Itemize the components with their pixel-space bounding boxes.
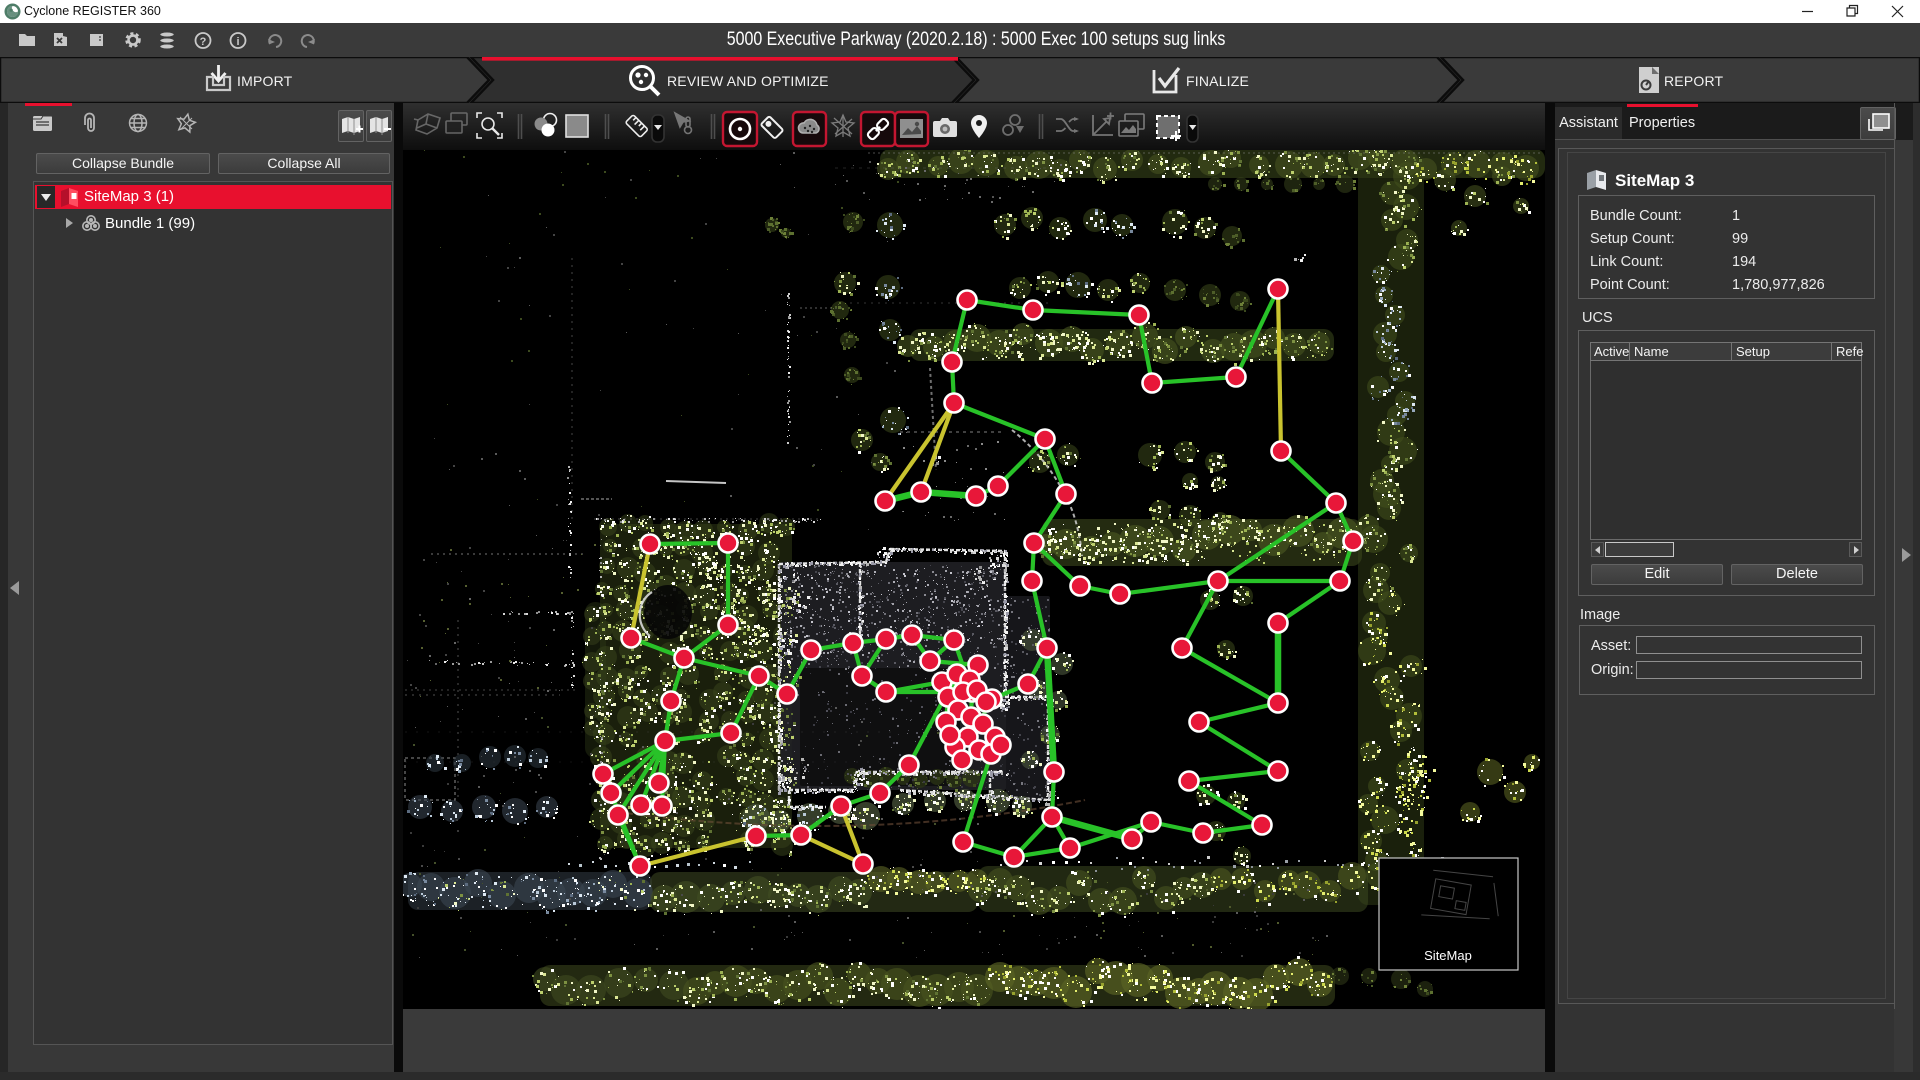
svg-text:SiteMap: SiteMap [1424, 948, 1472, 963]
